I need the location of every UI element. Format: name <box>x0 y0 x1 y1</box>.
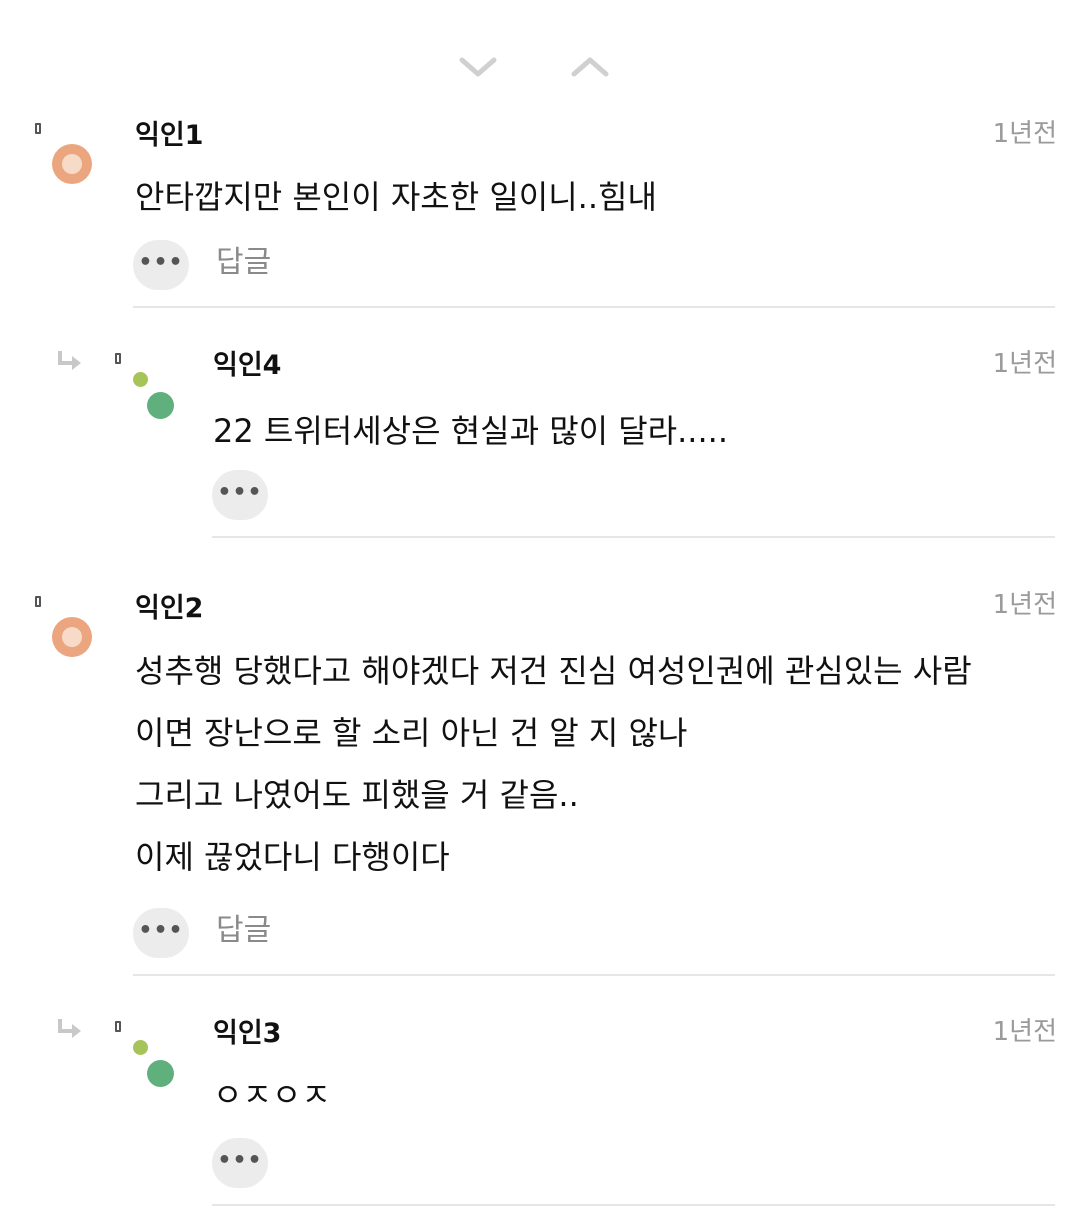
divider <box>212 1204 1055 1206</box>
comment-author: 익인4 <box>213 350 282 381</box>
chevron-down-icon[interactable] <box>458 52 498 82</box>
bookmark-icon[interactable] <box>35 596 41 607</box>
divider <box>133 974 1055 976</box>
comment-text: 성추행 당했다고 해야겠다 저건 진심 여성인권에 관심있는 사람 이면 장난으… <box>135 652 972 876</box>
more-options-button[interactable]: ••• <box>133 240 189 290</box>
comment-author: 익인2 <box>135 593 204 624</box>
comment-timestamp: 1년전 <box>992 119 1057 149</box>
comment-timestamp: 1년전 <box>992 349 1057 379</box>
avatar <box>52 144 92 184</box>
bookmark-icon[interactable] <box>35 123 41 134</box>
divider <box>133 306 1055 308</box>
more-options-button[interactable]: ••• <box>212 470 268 520</box>
comment-text: ㅇㅈㅇㅈ <box>213 1076 331 1114</box>
reply-button[interactable]: 답글 <box>216 916 271 946</box>
comment-text: 안타깝지만 본인이 자초한 일이니..힘내 <box>135 178 657 216</box>
reply-arrow-icon <box>55 1016 83 1042</box>
avatar-dot-small <box>131 370 150 389</box>
comment-timestamp: 1년전 <box>992 1017 1057 1047</box>
more-options-button[interactable]: ••• <box>133 908 189 958</box>
divider <box>212 536 1055 538</box>
comment-author: 익인1 <box>135 120 204 151</box>
chevron-up-icon[interactable] <box>570 52 610 82</box>
avatar-dot-small <box>131 1038 150 1057</box>
reply-arrow-icon <box>55 348 83 374</box>
avatar <box>147 1060 174 1087</box>
reply-button[interactable]: 답글 <box>216 248 271 278</box>
avatar <box>147 392 174 419</box>
comment-timestamp: 1년전 <box>992 590 1057 620</box>
bookmark-icon[interactable] <box>115 1021 121 1032</box>
comment-text: 22 트위터세상은 현실과 많이 달라..... <box>213 412 728 450</box>
more-options-button[interactable]: ••• <box>212 1138 268 1188</box>
comment-sort-controls <box>0 52 1079 86</box>
comment-author: 익인3 <box>213 1018 282 1049</box>
bookmark-icon[interactable] <box>115 353 121 364</box>
avatar <box>52 617 92 657</box>
